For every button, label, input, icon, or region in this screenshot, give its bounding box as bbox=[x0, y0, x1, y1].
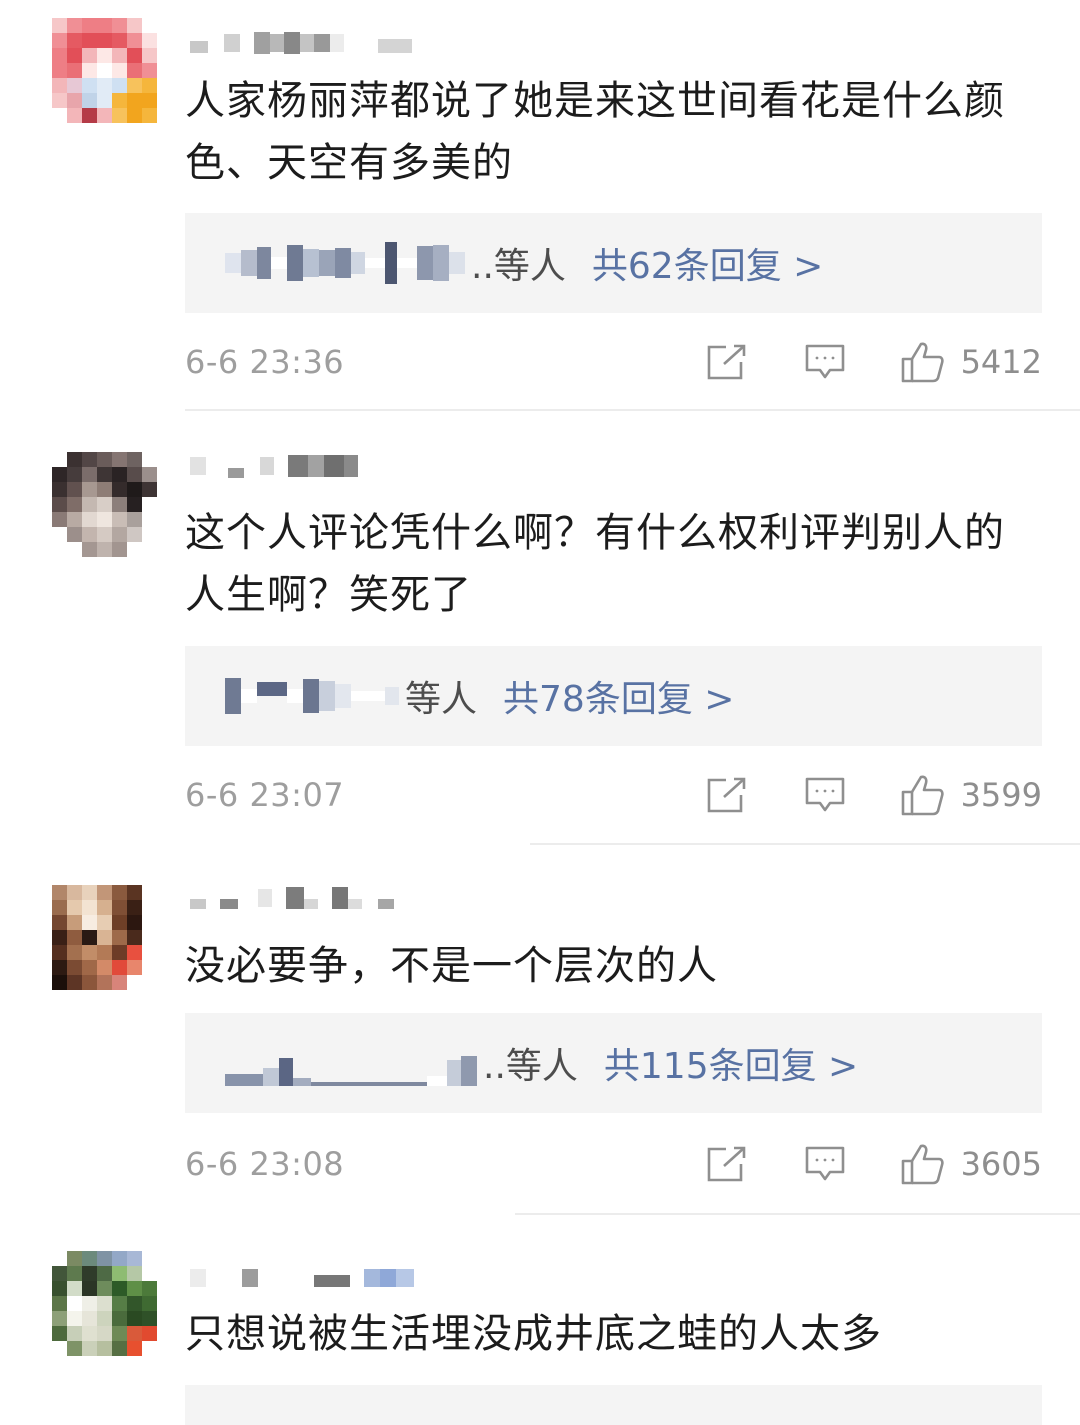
avatar[interactable] bbox=[52, 18, 157, 123]
reply-count-link[interactable]: 共62条回复 > bbox=[592, 237, 823, 289]
reply-count-link[interactable]: 共78条回复 > bbox=[503, 670, 734, 722]
reply-usernames-blurred bbox=[225, 666, 399, 726]
reply-usernames-blurred bbox=[225, 1040, 477, 1086]
comment-item: 没必要争，不是一个层次的人 ..等人 共115条回复 > 6-6 23:08 3… bbox=[0, 845, 1080, 1213]
replies-preview[interactable]: ..等人 共115条回复 > bbox=[185, 1013, 1042, 1113]
comment-item: 人家杨丽萍都说了她是来这世间看花是什么颜色、天空有多美的 ..等人 共62条回复… bbox=[0, 0, 1080, 410]
comment-meta: 6-6 23:07 3599 bbox=[185, 770, 1042, 820]
username-blurred[interactable] bbox=[190, 32, 412, 54]
replies-preview[interactable]: ..等人 共62条回复 > bbox=[185, 213, 1042, 313]
share-icon[interactable] bbox=[703, 338, 751, 386]
comment-text: 没必要争，不是一个层次的人 bbox=[185, 943, 718, 989]
username-blurred[interactable] bbox=[190, 1267, 414, 1289]
comment-text: 这个人评论凭什么啊？有什么权利评判别人的人生啊？笑死了 bbox=[185, 510, 1005, 618]
comment-time: 6-6 23:07 bbox=[185, 776, 345, 814]
reply-others-label: 等人 bbox=[405, 679, 478, 720]
comment-icon[interactable] bbox=[801, 1140, 849, 1188]
replies-preview[interactable] bbox=[185, 1385, 1042, 1425]
reply-count-link[interactable]: 共115条回复 > bbox=[604, 1037, 858, 1089]
reply-usernames-blurred bbox=[225, 233, 465, 293]
comment-item: 只想说被生活埋没成井底之蛙的人太多 bbox=[0, 1215, 1080, 1425]
avatar[interactable] bbox=[52, 1251, 157, 1356]
comment-text: 人家杨丽萍都说了她是来这世间看花是什么颜色、天空有多美的 bbox=[185, 78, 1005, 186]
reply-others-label: ..等人 bbox=[483, 1046, 578, 1087]
reply-others-label: ..等人 bbox=[471, 246, 566, 287]
comment-meta: 6-6 23:08 3605 bbox=[185, 1139, 1042, 1189]
username-blurred[interactable] bbox=[190, 887, 394, 909]
avatar[interactable] bbox=[52, 452, 157, 557]
comment-icon[interactable] bbox=[801, 771, 849, 819]
comment-icon[interactable] bbox=[801, 338, 849, 386]
thumbs-up-icon[interactable] bbox=[899, 1140, 947, 1188]
share-icon[interactable] bbox=[703, 1140, 751, 1188]
avatar[interactable] bbox=[52, 885, 157, 990]
replies-preview[interactable]: 等人 共78条回复 > bbox=[185, 646, 1042, 746]
comment-text: 只想说被生活埋没成井底之蛙的人太多 bbox=[185, 1311, 882, 1357]
comment-meta: 6-6 23:36 5412 bbox=[185, 337, 1042, 387]
thumbs-up-icon[interactable] bbox=[899, 771, 947, 819]
thumbs-up-icon[interactable] bbox=[899, 338, 947, 386]
comment-time: 6-6 23:08 bbox=[185, 1145, 345, 1183]
like-count: 3605 bbox=[960, 1145, 1042, 1183]
like-count: 3599 bbox=[960, 776, 1042, 814]
comment-time: 6-6 23:36 bbox=[185, 343, 345, 381]
share-icon[interactable] bbox=[703, 771, 751, 819]
comment-item: 这个人评论凭什么啊？有什么权利评判别人的人生啊？笑死了 等人 共78条回复 > … bbox=[0, 411, 1080, 843]
username-blurred[interactable] bbox=[190, 455, 358, 478]
like-count: 5412 bbox=[960, 343, 1042, 381]
